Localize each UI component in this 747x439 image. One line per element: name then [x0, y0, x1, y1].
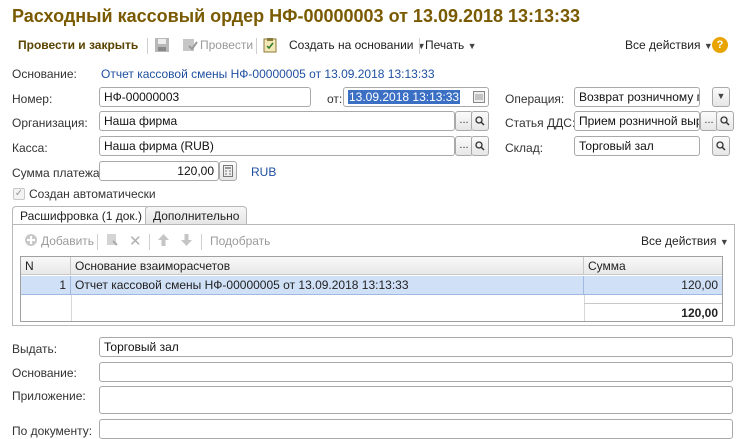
clipboard-icon[interactable]	[262, 37, 278, 56]
basis-link[interactable]: Отчет кассовой смены НФ-00000005 от 13.0…	[101, 67, 435, 81]
delete-icon[interactable]: ✕	[129, 232, 142, 250]
date-value: 13.09.2018 13:13:33	[348, 90, 461, 104]
attachment-field[interactable]	[99, 386, 733, 414]
print-menu[interactable]: Печать ▼	[425, 38, 477, 52]
organization-field[interactable]: Наша фирма	[99, 111, 455, 131]
add-icon[interactable]	[24, 233, 38, 250]
table-row-sum[interactable]: 120,00	[584, 276, 722, 295]
calculator-icon[interactable]	[219, 161, 237, 181]
by-document-label: По документу:	[12, 424, 93, 438]
organization-label: Организация:	[12, 116, 88, 130]
cash-label: Касса:	[12, 141, 48, 155]
basis-label: Основание:	[12, 67, 77, 81]
number-label: Номер:	[12, 92, 53, 106]
table-row-basis[interactable]: Отчет кассовой смены НФ-00000005 от 13.0…	[71, 276, 584, 295]
chevron-down-icon: ▼	[719, 237, 729, 247]
print-label: Печать	[425, 38, 465, 52]
currency-label: RUB	[251, 165, 277, 179]
toolbar: Провести и закрыть Провести Создать на о…	[0, 34, 747, 58]
chevron-down-icon: ▼	[467, 41, 477, 51]
organization-open-icon[interactable]	[471, 111, 489, 131]
toolbar-separator	[419, 38, 420, 54]
bottom-basis-label: Основание:	[12, 366, 77, 380]
all-actions-label: Все действия	[625, 38, 701, 52]
dds-field[interactable]: Прием розничной выруч	[574, 111, 700, 131]
post-button[interactable]: Провести	[200, 38, 253, 52]
pick-button[interactable]: Подобрать	[210, 234, 270, 248]
date-field[interactable]: 13.09.2018 13:13:33	[343, 87, 489, 107]
grid-divider	[71, 295, 72, 321]
copy-icon[interactable]	[106, 233, 120, 250]
sum-field[interactable]: 120,00	[99, 161, 219, 181]
warehouse-field[interactable]: Торговый зал	[574, 136, 700, 156]
column-header-basis[interactable]: Основание взаиморасчетов	[71, 257, 584, 275]
table-all-actions-label: Все действия	[641, 234, 717, 248]
post-icon[interactable]	[182, 37, 198, 56]
table-all-actions-menu[interactable]: Все действия ▼	[641, 234, 729, 248]
attachment-label: Приложение:	[12, 389, 86, 403]
column-header-sum[interactable]: Сумма	[584, 257, 722, 275]
sum-label: Сумма платежа:	[12, 166, 103, 180]
toolbar-separator	[147, 38, 148, 54]
help-icon[interactable]: ?	[712, 37, 728, 53]
page-title: Расходный кассовый ордер НФ-00000003 от …	[12, 6, 581, 26]
toolbar-separator	[97, 234, 98, 250]
operation-dropdown-button[interactable]: ▼	[712, 87, 730, 107]
toolbar-separator	[149, 234, 150, 250]
issue-label: Выдать:	[12, 342, 58, 356]
by-document-field[interactable]	[99, 419, 733, 439]
calendar-icon[interactable]	[473, 91, 485, 106]
create-based-on-label: Создать на основании	[289, 38, 414, 52]
table-row-n[interactable]: 1	[21, 276, 71, 295]
created-auto-label: Создан автоматически	[29, 187, 156, 201]
chevron-down-icon: ▼	[716, 91, 726, 101]
save-icon[interactable]	[154, 37, 170, 56]
dds-label: Статья ДДС:	[505, 116, 576, 130]
column-header-n[interactable]: N	[21, 257, 71, 275]
date-from-label: от:	[327, 92, 343, 106]
move-up-icon[interactable]	[157, 233, 170, 250]
cash-open-icon[interactable]	[471, 136, 489, 156]
operation-field[interactable]: Возврат розничному покуп	[574, 87, 700, 107]
decoding-table[interactable]: N Основание взаиморасчетов Сумма 1 Отчет…	[20, 256, 723, 322]
dds-open-icon[interactable]	[716, 111, 734, 131]
tab-decoding[interactable]: Расшифровка (1 док.)	[12, 206, 150, 226]
warehouse-label: Склад:	[505, 141, 544, 155]
toolbar-separator	[201, 234, 202, 250]
post-and-close-button[interactable]: Провести и закрыть	[18, 38, 138, 52]
cash-field[interactable]: Наша фирма (RUB)	[99, 136, 455, 156]
created-auto-checkbox[interactable]: ✓	[13, 188, 25, 200]
add-button[interactable]: Добавить	[41, 234, 94, 248]
tab-additional[interactable]: Дополнительно	[145, 206, 248, 225]
all-actions-menu[interactable]: Все действия ▼	[625, 38, 713, 52]
number-field[interactable]: НФ-00000003	[99, 87, 311, 107]
warehouse-open-icon[interactable]	[712, 136, 730, 156]
bottom-basis-field[interactable]	[99, 362, 733, 382]
create-based-on-menu[interactable]: Создать на основании ▼	[289, 38, 426, 52]
table-total-sum: 120,00	[584, 303, 722, 322]
toolbar-separator	[256, 38, 257, 54]
issue-field[interactable]: Торговый зал	[99, 337, 733, 357]
move-down-icon[interactable]	[180, 233, 193, 250]
operation-label: Операция:	[505, 92, 565, 106]
